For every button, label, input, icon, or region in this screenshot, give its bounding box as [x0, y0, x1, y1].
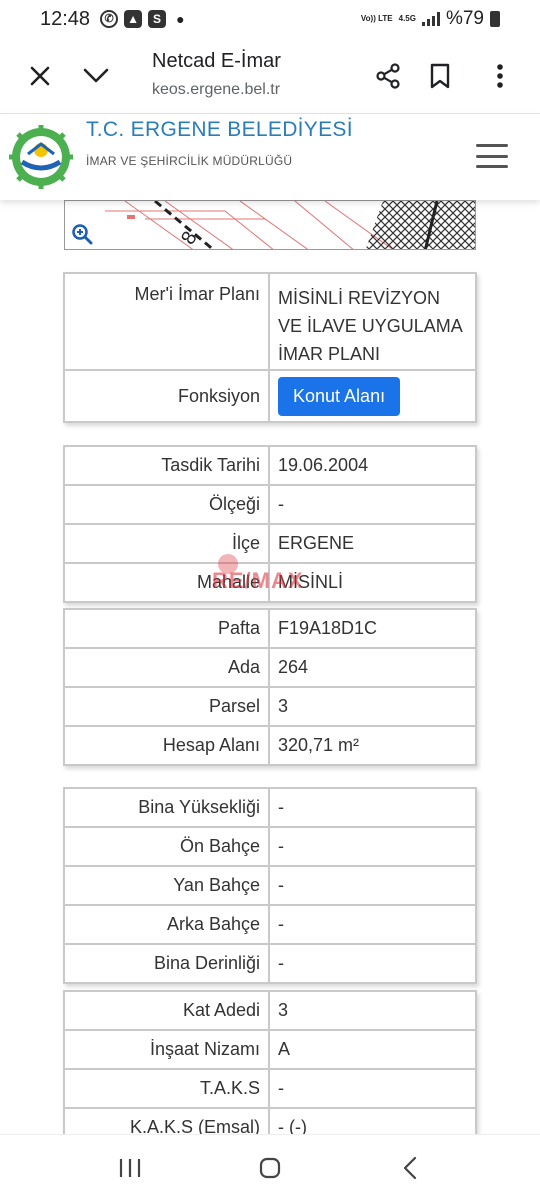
chevron-down-icon[interactable]	[76, 56, 116, 96]
table-row: Parsel 3	[63, 686, 477, 727]
table-row: Mer'i İmar Planı MİSİNLİ REVİZYON VE İLA…	[63, 272, 477, 371]
block-value: 264	[268, 647, 477, 688]
page-content[interactable]: 8 Mer'i İmar Planı MİSİNLİ REVİZYON VE İ…	[0, 200, 540, 1134]
table-row: Fonksiyon Konut Alanı	[63, 369, 477, 423]
table-row: Pafta F19A18D1C	[63, 608, 477, 649]
status-time: 12:48	[40, 7, 91, 30]
building-height-key: Bina Yüksekliği	[63, 787, 270, 828]
close-icon[interactable]	[20, 56, 60, 96]
scale-value: -	[268, 484, 477, 525]
table-row: K.A.K.S (Emsal) - (-)	[63, 1107, 477, 1134]
table-row: İnşaat Nizamı A	[63, 1029, 477, 1070]
table-row: Yan Bahçe -	[63, 865, 477, 906]
gallery-icon: ▲	[124, 10, 143, 28]
balloon-icon	[218, 554, 238, 574]
signal-icon	[421, 12, 440, 26]
floor-table: Kat Adedi 3 İnşaat Nizamı A T.A.K.S - K.…	[63, 990, 477, 1134]
site-header: T.C. ERGENE BELEDİYESİ İMAR VE ŞEHİRCİLİ…	[0, 114, 540, 200]
konut-alani-button[interactable]: Konut Alanı	[278, 376, 401, 416]
bookmark-icon[interactable]	[420, 56, 460, 96]
parcel-map[interactable]: 8	[64, 200, 476, 250]
kaks-key: K.A.K.S (Emsal)	[63, 1107, 270, 1134]
building-depth-value: -	[268, 943, 477, 984]
volte-label: Vo)) LTE	[360, 14, 393, 23]
plan-value: MİSİNLİ REVİZYON VE İLAVE UYGULAMA İMAR …	[268, 272, 477, 371]
table-row: Bina Derinliği -	[63, 943, 477, 984]
table-row: Kat Adedi 3	[63, 990, 477, 1031]
kaks-value: - (-)	[268, 1107, 477, 1134]
share-icon[interactable]	[368, 56, 408, 96]
browser-title-block[interactable]: Netcad E-İmar keos.ergene.bel.tr	[152, 50, 281, 99]
floor-count-value: 3	[268, 990, 477, 1031]
zoom-in-icon[interactable]	[71, 223, 93, 245]
taks-value: -	[268, 1068, 477, 1109]
approval-date-value: 19.06.2004	[268, 445, 477, 486]
front-yard-value: -	[268, 826, 477, 867]
table-row: Ölçeği -	[63, 484, 477, 525]
function-value: Konut Alanı	[268, 369, 477, 423]
sheet-key: Pafta	[63, 608, 270, 649]
construction-order-key: İnşaat Nizamı	[63, 1029, 270, 1070]
district-key: İlçe	[63, 523, 270, 564]
district-value: ERGENE	[268, 523, 477, 564]
back-yard-key: Arka Bahçe	[63, 904, 270, 945]
scale-key: Ölçeği	[63, 484, 270, 525]
floor-count-key: Kat Adedi	[63, 990, 270, 1031]
municipality-logo	[9, 125, 73, 189]
construction-order-value: A	[268, 1029, 477, 1070]
more-vert-icon[interactable]	[480, 56, 520, 96]
block-key: Ada	[63, 647, 270, 688]
function-key: Fonksiyon	[63, 369, 270, 423]
table-row: T.A.K.S -	[63, 1068, 477, 1109]
s-app-icon: S	[148, 10, 167, 28]
plan-key: Mer'i İmar Planı	[63, 272, 270, 371]
hamburger-menu-icon[interactable]	[476, 144, 508, 168]
approval-date-key: Tasdik Tarihi	[63, 445, 270, 486]
system-nav-bar	[0, 1134, 540, 1200]
area-key: Hesap Alanı	[63, 725, 270, 766]
map-drawing: 8	[105, 201, 475, 249]
building-depth-key: Bina Derinliği	[63, 943, 270, 984]
whatsapp-icon: ✆	[100, 10, 119, 28]
page-title: Netcad E-İmar	[152, 50, 281, 72]
parcel-value: 3	[268, 686, 477, 727]
front-yard-key: Ön Bahçe	[63, 826, 270, 867]
more-notifications-icon: ●	[176, 11, 185, 27]
table-row: Bina Yüksekliği -	[63, 787, 477, 828]
building-table: Bina Yüksekliği - Ön Bahçe - Yan Bahçe -…	[63, 787, 477, 984]
home-icon[interactable]	[250, 1148, 290, 1188]
taks-key: T.A.K.S	[63, 1068, 270, 1109]
table-row: Tasdik Tarihi 19.06.2004	[63, 445, 477, 486]
status-bar: 12:48 ✆ ▲ S ● Vo)) LTE 4.5G %79	[0, 0, 540, 38]
network-label: 4.5G	[398, 14, 416, 23]
browser-toolbar: Netcad E-İmar keos.ergene.bel.tr	[0, 38, 540, 114]
page-url: keos.ergene.bel.tr	[152, 81, 281, 98]
recent-apps-icon[interactable]	[110, 1148, 150, 1188]
table-row: İlçe ERGENE	[63, 523, 477, 564]
parcel-table: Pafta F19A18D1C Ada 264 Parsel 3 Hesap A…	[63, 608, 477, 766]
remax-watermark: RE/MAX	[212, 554, 304, 594]
side-yard-key: Yan Bahçe	[63, 865, 270, 906]
side-yard-value: -	[268, 865, 477, 906]
site-title: T.C. ERGENE BELEDİYESİ	[86, 118, 353, 141]
battery-icon	[490, 11, 500, 27]
plan-table: Mer'i İmar Planı MİSİNLİ REVİZYON VE İLA…	[63, 272, 477, 423]
area-value: 320,71 m²	[268, 725, 477, 766]
back-yard-value: -	[268, 904, 477, 945]
table-row: Hesap Alanı 320,71 m²	[63, 725, 477, 766]
back-icon[interactable]	[390, 1148, 430, 1188]
battery-percent: %79	[445, 8, 484, 29]
table-row: Ada 264	[63, 647, 477, 688]
site-subtitle: İMAR VE ŞEHİRCİLİK MÜDÜRLÜĞÜ	[86, 154, 293, 168]
table-row: Arka Bahçe -	[63, 904, 477, 945]
parcel-key: Parsel	[63, 686, 270, 727]
table-row: Ön Bahçe -	[63, 826, 477, 867]
building-height-value: -	[268, 787, 477, 828]
sheet-value: F19A18D1C	[268, 608, 477, 649]
